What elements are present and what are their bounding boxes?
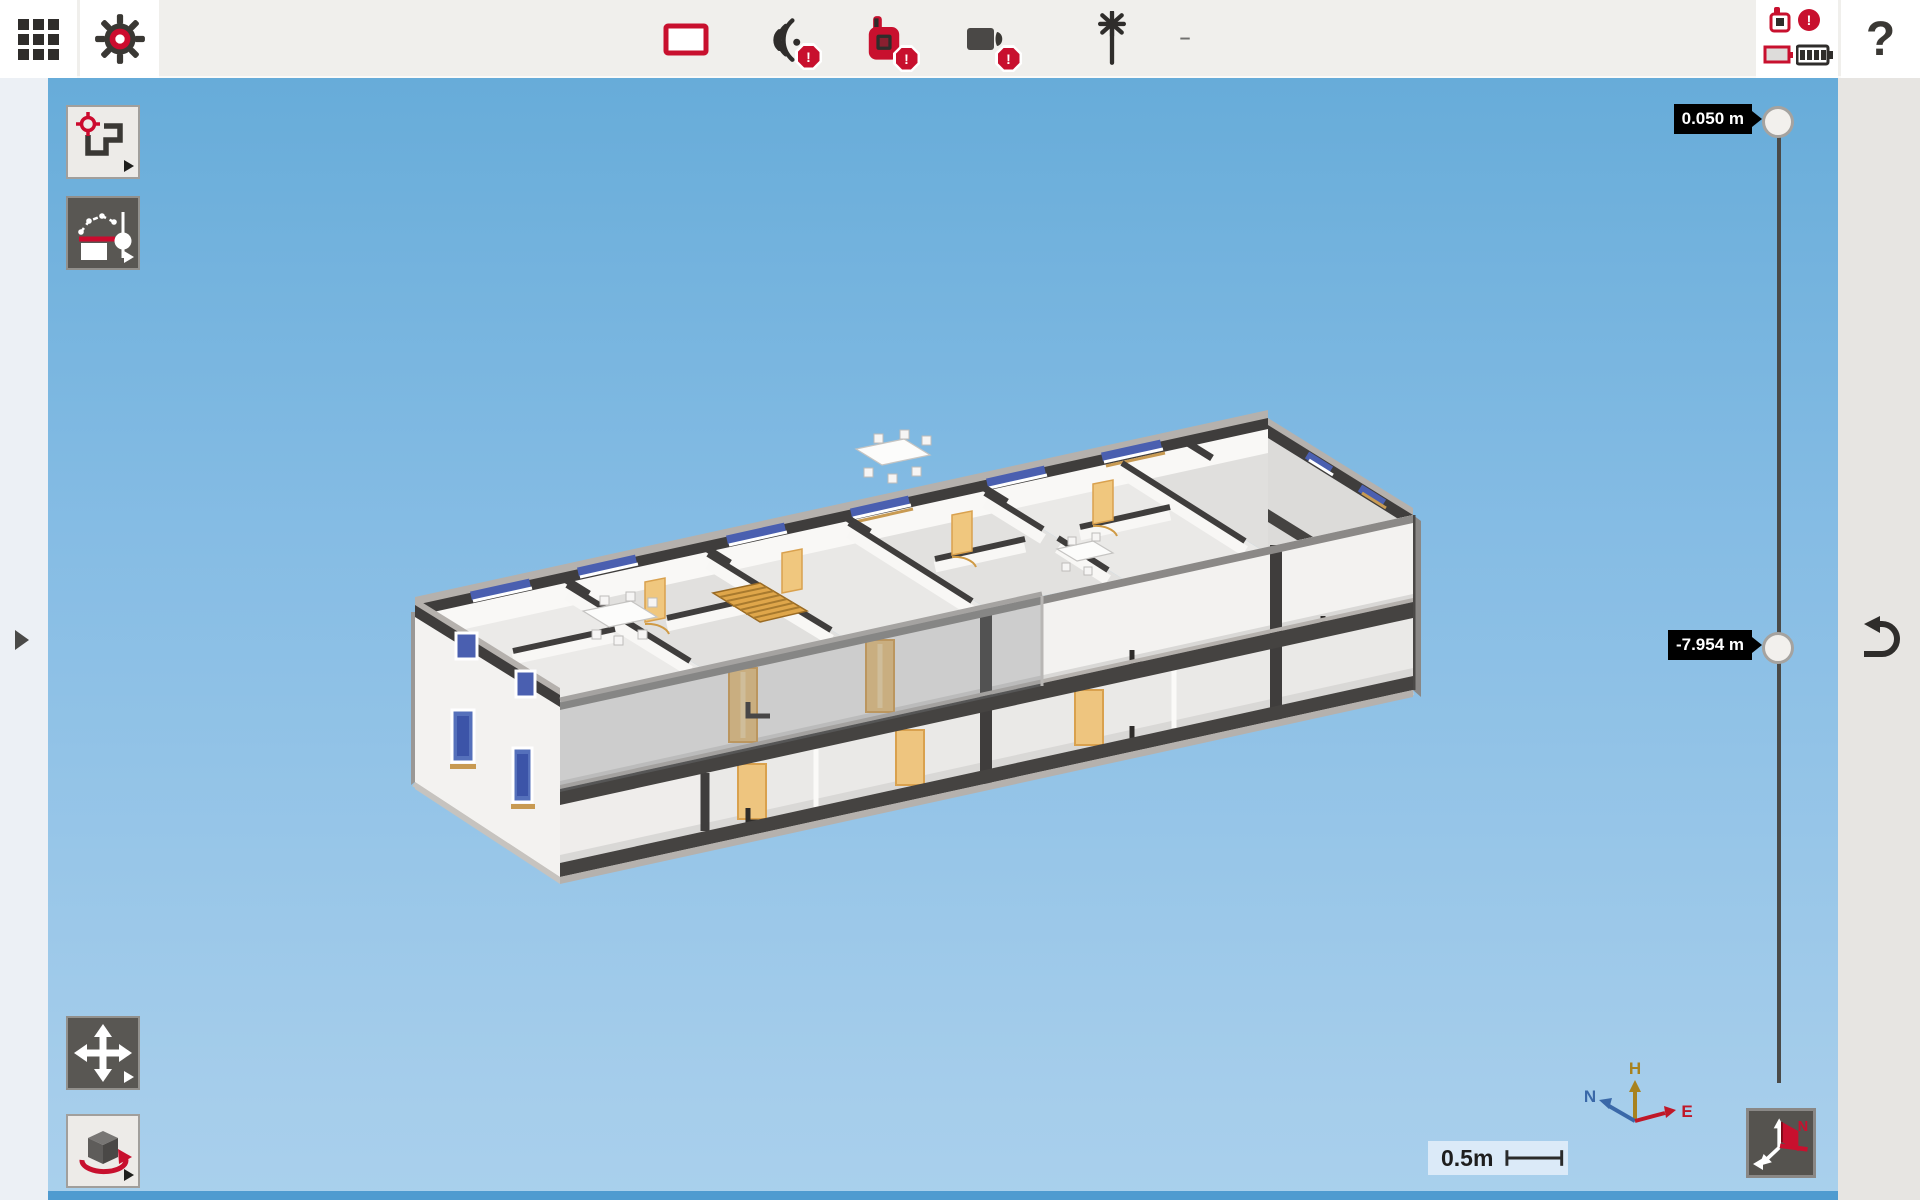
submenu-indicator <box>124 1169 134 1181</box>
grid-menu-icon <box>18 19 59 60</box>
axes-indicator: H N E <box>1575 1048 1715 1140</box>
axis-e-label: E <box>1681 1102 1692 1121</box>
elevation-current-handle[interactable] <box>1762 632 1794 664</box>
app-window: ! ! ! <box>0 0 1920 1200</box>
view-orientation-button[interactable]: N <box>1746 1108 1816 1178</box>
survey-pole-button[interactable] <box>1080 0 1144 78</box>
elevation-current-label: -7.954 m <box>1668 630 1752 660</box>
reference-plane-button[interactable] <box>66 196 140 270</box>
top-toolbar: ! ! ! <box>0 0 1920 78</box>
controller-battery-full-icon <box>1796 44 1834 66</box>
camera-status-button[interactable]: ! <box>954 0 1018 78</box>
survey-pole-icon <box>1088 11 1136 67</box>
submenu-indicator <box>124 1071 134 1083</box>
elevation-max-handle[interactable] <box>1762 106 1794 138</box>
status-alert-icon: ! <box>1798 9 1820 31</box>
undo-button[interactable] <box>1856 612 1904 664</box>
scale-bar: 0.5m <box>1428 1141 1568 1175</box>
polyline-measure-button[interactable] <box>66 105 140 179</box>
scale-bar-label: 0.5m <box>1441 1145 1493 1172</box>
pan-button[interactable] <box>66 1016 140 1090</box>
axis-h-label: H <box>1629 1059 1641 1078</box>
connection-status-panel[interactable]: ! <box>1756 0 1838 78</box>
submenu-indicator <box>124 160 134 172</box>
corner-indicator <box>1753 1158 1763 1170</box>
device-status-button[interactable]: ! <box>852 0 916 78</box>
orbit-button[interactable] <box>66 1114 140 1188</box>
settings-button[interactable] <box>80 0 159 78</box>
mini-disto-icon <box>1767 6 1793 36</box>
settings-gear-icon <box>93 12 147 66</box>
expand-panel-arrow[interactable] <box>15 630 29 650</box>
model-viewport[interactable] <box>48 78 1838 1200</box>
canvas-bottom-edge <box>48 1191 1838 1200</box>
app-menu-button[interactable] <box>0 0 77 78</box>
axis-n-label: N <box>1584 1087 1596 1106</box>
toolbar-dash-indicator: – <box>1162 0 1208 78</box>
elevation-max-label: 0.050 m <box>1674 104 1752 134</box>
north-label: N <box>1798 1119 1809 1135</box>
submenu-indicator <box>124 251 134 263</box>
elevation-slider-track[interactable] <box>1777 120 1781 1083</box>
display-status-button[interactable] <box>654 0 718 78</box>
help-button[interactable]: ? <box>1841 0 1920 78</box>
scale-ruler-icon <box>1503 1147 1568 1169</box>
device-battery-empty-icon <box>1763 44 1795 66</box>
wifi-status-button[interactable]: ! <box>756 0 820 78</box>
display-icon <box>662 17 710 61</box>
